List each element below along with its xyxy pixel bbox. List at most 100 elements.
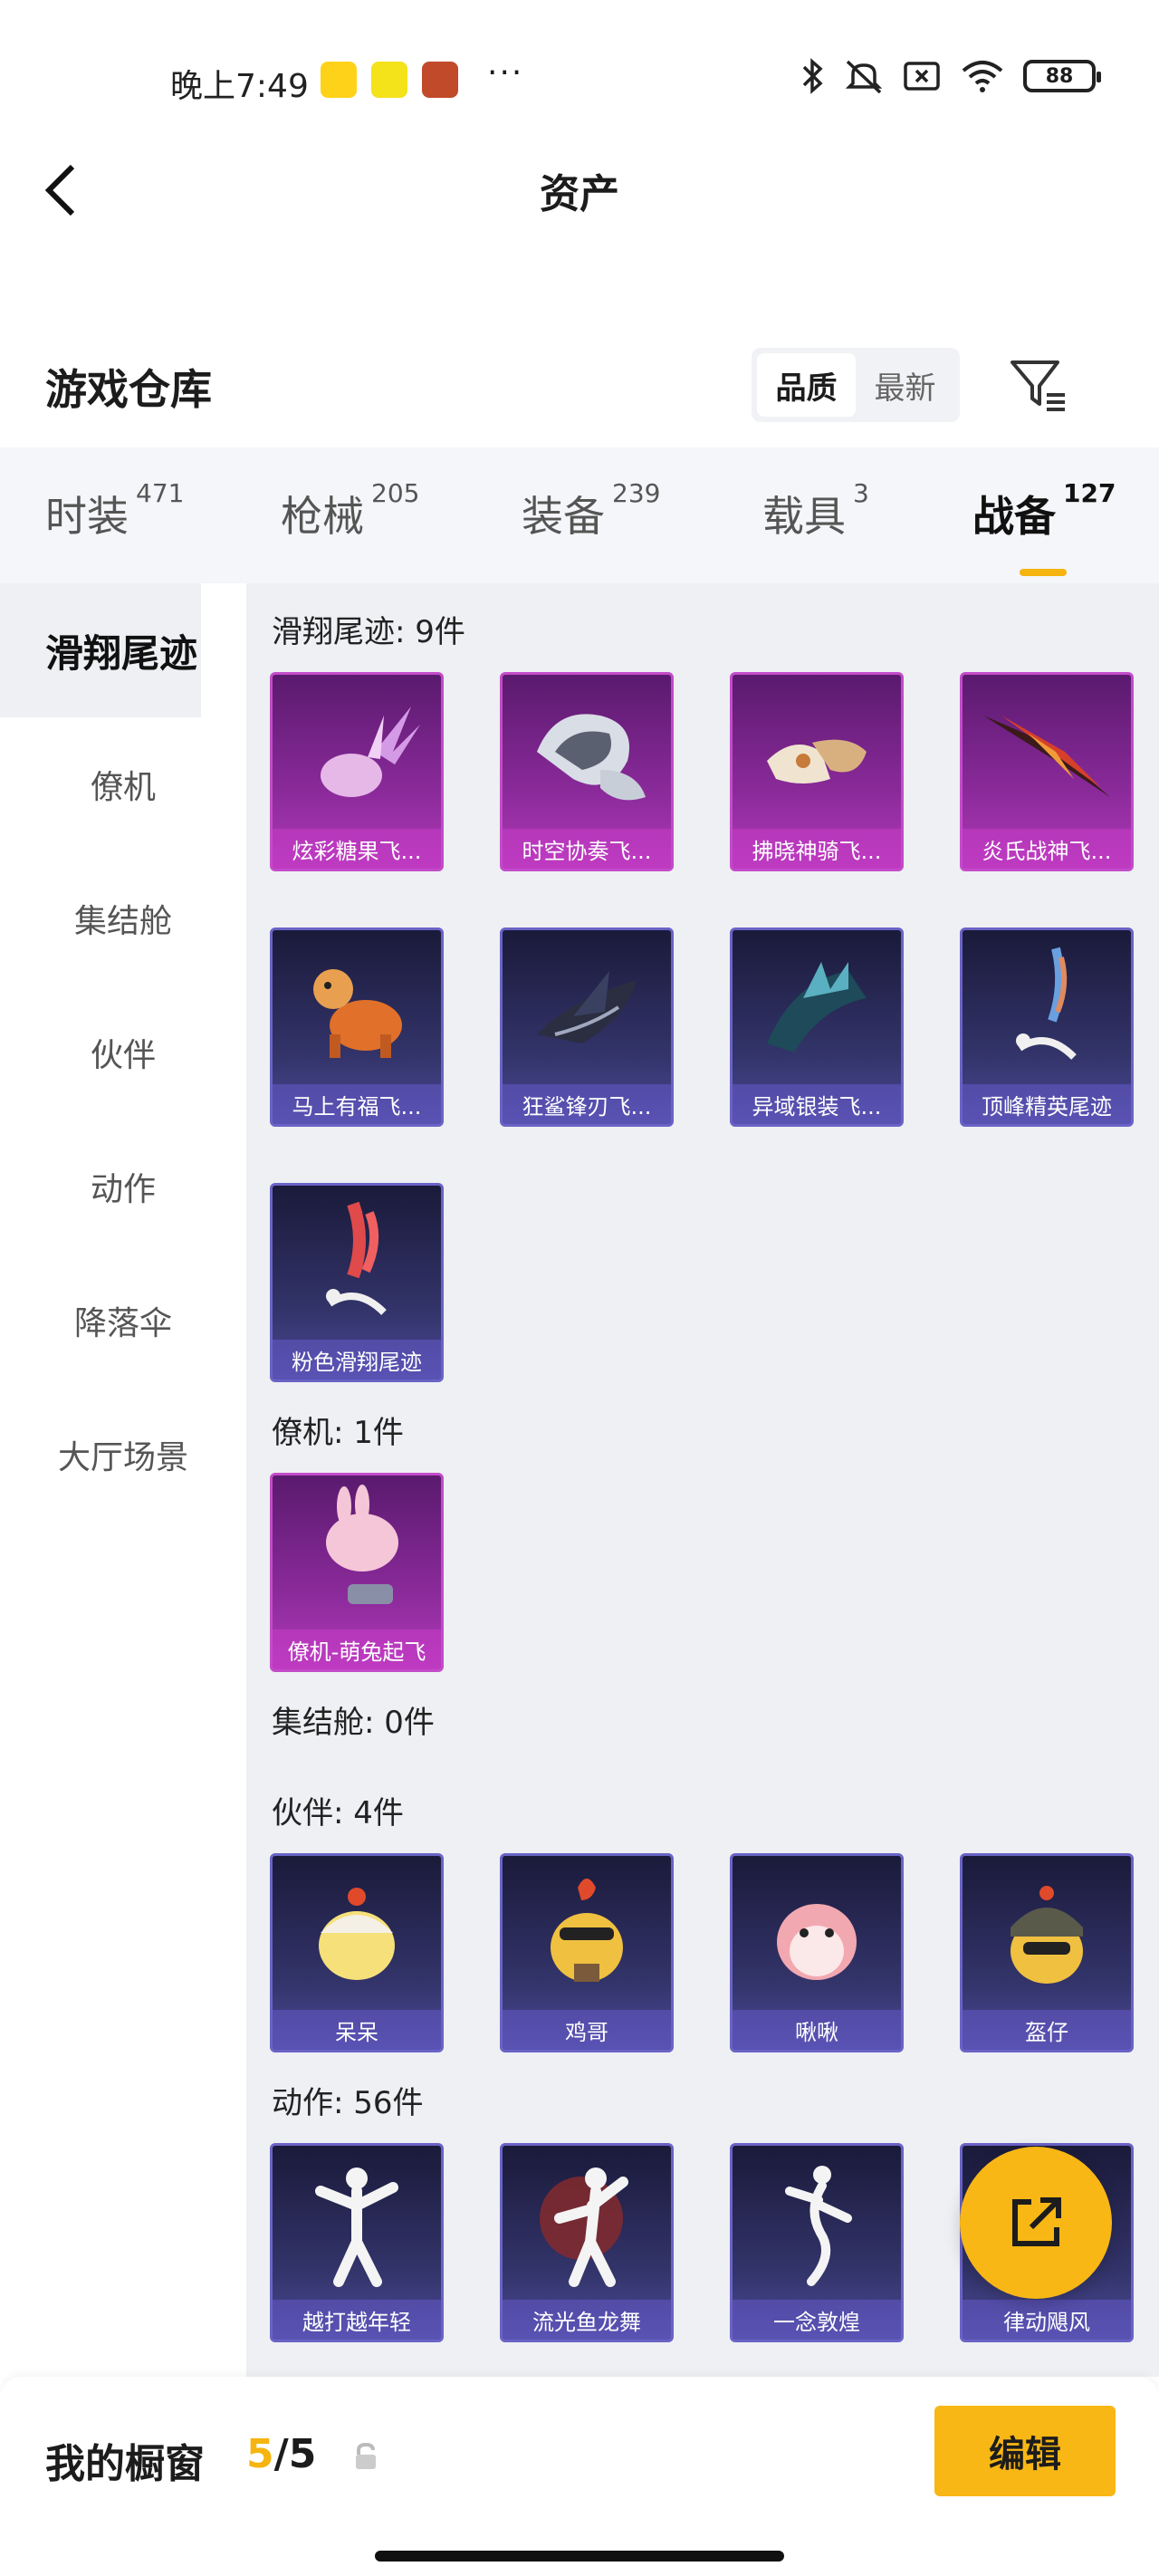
notification-app-icon-2 [371, 62, 407, 98]
item-art [503, 930, 671, 1084]
tab-label: 装备 [522, 492, 605, 541]
item-card[interactable]: 啾啾 [730, 1853, 904, 2052]
warehouse-row: 游戏仓库 品质 最新 [0, 335, 1159, 444]
sort-newest-button[interactable]: 最新 [856, 353, 954, 417]
section-title-action: 动作: 56件 [272, 2085, 424, 2121]
sidebar-item-action[interactable]: 动作 [0, 1120, 246, 1254]
showcase-current: 5 [246, 2431, 274, 2477]
notification-app-icon-3 [422, 62, 458, 98]
item-card[interactable]: 盔仔 [960, 1853, 1134, 2052]
sidebar-item-wingman[interactable]: 僚机 [0, 717, 246, 851]
item-art [273, 675, 441, 829]
section-title-partner: 伙伴: 4件 [272, 1795, 404, 1831]
category-tabs: 时装 471 枪械 205 装备 239 载具 3 战备 127 [0, 447, 1159, 583]
tab-fashion[interactable]: 时装 471 [45, 478, 184, 543]
active-tab-indicator [1020, 569, 1067, 576]
item-art [733, 930, 901, 1084]
tab-label: 战备 [972, 492, 1056, 541]
sort-toggle: 品质 最新 [752, 348, 960, 422]
item-label: 狂鲨锋刃飞... [503, 1084, 671, 1124]
item-card[interactable]: 流光鱼龙舞 [500, 2143, 674, 2342]
item-art [733, 1856, 901, 2010]
no-sim-icon [904, 62, 940, 91]
sidebar-item-lobby-scene[interactable]: 大厅场景 [0, 1388, 246, 1522]
item-art [273, 930, 441, 1084]
sidebar-item-partner[interactable]: 伙伴 [0, 985, 246, 1120]
tab-battle-gear[interactable]: 战备 127 [972, 478, 1116, 576]
item-card[interactable]: 炫彩糖果飞... [270, 672, 444, 871]
wifi-icon [962, 61, 1003, 92]
item-label: 啾啾 [733, 2010, 901, 2050]
item-art [273, 1475, 441, 1629]
showcase-label: 我的橱窗 [45, 2441, 205, 2487]
sidebar-item-capsule[interactable]: 集结舱 [0, 851, 246, 985]
item-art [503, 2146, 671, 2300]
item-art [733, 2146, 901, 2300]
section-title-wingman: 僚机: 1件 [272, 1415, 404, 1451]
filter-icon[interactable] [1007, 348, 1072, 420]
showcase-separator: / [273, 2431, 289, 2477]
lock-icon [356, 2442, 376, 2469]
item-label: 一念敦煌 [733, 2300, 901, 2340]
item-label: 时空协奏飞... [503, 829, 671, 869]
tab-equipment[interactable]: 装备 239 [522, 478, 660, 543]
tab-weapons[interactable]: 枪械 205 [281, 478, 419, 543]
share-icon [1012, 2197, 1061, 2246]
item-art [963, 1856, 1131, 2010]
share-button[interactable] [960, 2147, 1112, 2299]
item-card[interactable]: 一念敦煌 [730, 2143, 904, 2342]
item-card[interactable]: 鸡哥 [500, 1853, 674, 2052]
tab-count: 3 [853, 478, 869, 508]
bottom-bar: 我的橱窗 5/5 编辑 [0, 2377, 1159, 2576]
item-card[interactable]: 异域银装飞... [730, 928, 904, 1127]
item-label: 炫彩糖果飞... [273, 829, 441, 869]
item-label: 鸡哥 [503, 2010, 671, 2050]
item-card[interactable]: 时空协奏飞... [500, 672, 674, 871]
bluetooth-icon [802, 58, 823, 94]
item-label: 盔仔 [963, 2010, 1131, 2050]
sidebar-item-glide-trail[interactable]: 滑翔尾迹 [0, 583, 201, 717]
item-card[interactable]: 顶峰精英尾迹 [960, 928, 1134, 1127]
sort-quality-button[interactable]: 品质 [757, 353, 856, 417]
edit-button[interactable]: 编辑 [934, 2406, 1116, 2496]
section-title-capsule: 集结舱: 0件 [272, 1705, 435, 1741]
sidebar-item-parachute[interactable]: 降落伞 [0, 1254, 246, 1388]
battery-icon: 88 [1023, 60, 1101, 92]
item-art [963, 675, 1131, 829]
item-card[interactable]: 炎氏战神飞... [960, 672, 1134, 871]
mute-icon [845, 60, 883, 94]
item-art [273, 1186, 441, 1340]
sidebar: 滑翔尾迹 僚机 集结舱 伙伴 动作 降落伞 大厅场景 [0, 583, 246, 2377]
item-label: 僚机-萌兔起飞 [273, 1629, 441, 1669]
tab-count: 239 [612, 478, 661, 508]
item-card[interactable]: 狂鲨锋刃飞... [500, 928, 674, 1127]
item-art [503, 1856, 671, 2010]
tab-label: 载具 [762, 492, 846, 541]
status-icons: 88 [800, 58, 1101, 94]
status-time: 晚上7:49 [170, 68, 309, 105]
showcase-count: 5/5 [246, 2431, 316, 2477]
tab-label: 时装 [45, 492, 129, 541]
item-card[interactable]: 越打越年轻 [270, 2143, 444, 2342]
item-card[interactable]: 僚机-萌兔起飞 [270, 1473, 444, 1672]
tab-label: 枪械 [281, 492, 364, 541]
item-label: 顶峰精英尾迹 [963, 1084, 1131, 1124]
item-art [273, 2146, 441, 2300]
tab-count: 205 [371, 478, 420, 508]
item-card[interactable]: 拂晓神骑飞... [730, 672, 904, 871]
item-label: 拂晓神骑飞... [733, 829, 901, 869]
item-card[interactable]: 粉色滑翔尾迹 [270, 1183, 444, 1382]
item-card[interactable]: 呆呆 [270, 1853, 444, 2052]
tab-vehicles[interactable]: 载具 3 [762, 478, 869, 543]
item-label: 越打越年轻 [273, 2300, 441, 2340]
warehouse-title: 游戏仓库 [45, 365, 212, 414]
page-title: 资产 [540, 171, 619, 217]
tab-count: 127 [1063, 478, 1116, 508]
notification-app-icon-1 [321, 62, 357, 98]
section-title-glide: 滑翔尾迹: 9件 [272, 614, 465, 650]
item-card[interactable]: 马上有福飞... [270, 928, 444, 1127]
item-label: 粉色滑翔尾迹 [273, 1340, 441, 1379]
header: 资产 [0, 136, 1159, 245]
item-label: 呆呆 [273, 2010, 441, 2050]
home-indicator[interactable] [375, 2551, 784, 2562]
